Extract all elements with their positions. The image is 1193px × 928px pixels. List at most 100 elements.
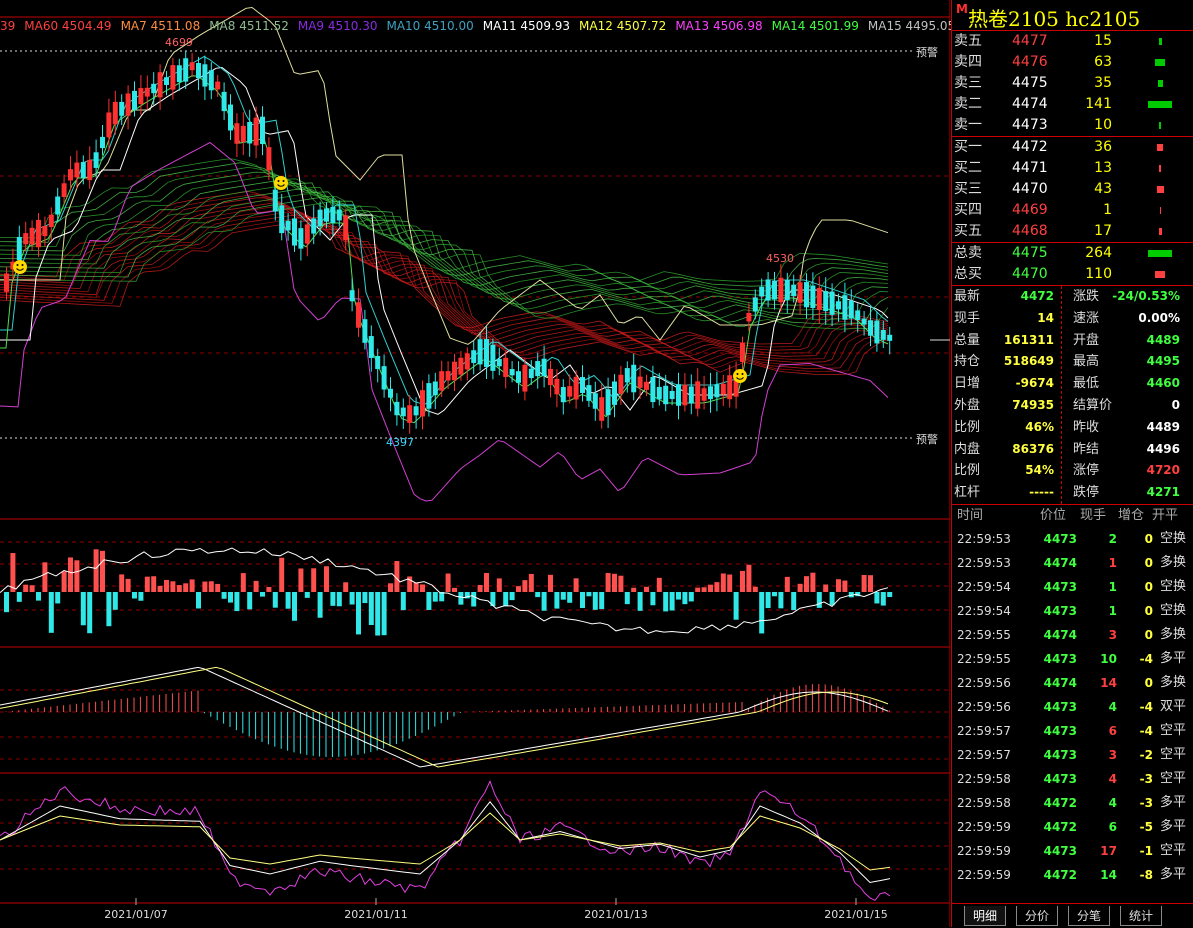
- tab-price-dist[interactable]: 分价: [1016, 906, 1059, 926]
- bid-row: 买二 4471 13: [952, 158, 1193, 179]
- oi-bar: [804, 576, 809, 592]
- tick-row[interactable]: 22:59:59 4472 6 -5 多平: [952, 815, 1193, 839]
- tick-row[interactable]: 22:59:54 4473 1 0 空换: [952, 575, 1193, 599]
- candle-body: [413, 406, 419, 416]
- tick-row[interactable]: 22:59:55 4474 3 0 多换: [952, 623, 1193, 647]
- tick-row[interactable]: 22:59:53 4473 2 0 空换: [952, 527, 1193, 551]
- oi-bar: [458, 592, 464, 605]
- level-label: 买一: [954, 139, 982, 155]
- tick-qty: 14: [1100, 867, 1117, 882]
- tick-row[interactable]: 22:59:57 4473 3 -2 空平: [952, 743, 1193, 767]
- oi-bar: [285, 592, 291, 609]
- candle-body: [592, 393, 598, 409]
- tick-oi-change: 0: [1144, 579, 1153, 594]
- level-label: 买三: [954, 181, 982, 197]
- candle-body: [100, 136, 105, 149]
- candle-body: [260, 116, 265, 145]
- ma-ribbon-line: [0, 197, 889, 351]
- tick-row[interactable]: 22:59:58 4472 4 -3 多平: [952, 791, 1193, 815]
- candle-body: [80, 162, 86, 178]
- tick-type: 多平: [1160, 866, 1187, 882]
- oi-bar: [413, 582, 419, 592]
- tick-row[interactable]: 22:59:58 4473 4 -3 空平: [952, 767, 1193, 791]
- candle-body: [535, 361, 541, 377]
- tick-time: 22:59:59: [957, 867, 1011, 882]
- oi-bar: [784, 576, 790, 592]
- level-label: 卖二: [954, 96, 982, 112]
- candle-body: [842, 295, 848, 320]
- chart-area[interactable]: 39 MA60 4504.49 MA7 4511.08 MA8 4511.52 MA9 …: [0, 0, 955, 927]
- candle-body: [400, 407, 406, 417]
- candle-body: [503, 357, 509, 377]
- candle-body: [624, 368, 630, 383]
- stat-value: 14: [1037, 310, 1054, 325]
- tick-row[interactable]: 22:59:56 4473 4 -4 双平: [952, 695, 1193, 719]
- stat-value: 4271: [1146, 485, 1180, 500]
- oi-bar: [567, 592, 573, 603]
- tick-oi-change: -4: [1139, 699, 1153, 714]
- tab-stats[interactable]: 统计: [1120, 906, 1163, 926]
- oi-bar: [733, 592, 739, 620]
- tick-row[interactable]: 22:59:53 4474 1 0 多换: [952, 551, 1193, 575]
- candle-body: [599, 397, 605, 421]
- oi-bar: [157, 585, 163, 592]
- oi-bar: [432, 592, 438, 602]
- tab-detail[interactable]: 明细: [964, 906, 1007, 926]
- oi-bar: [42, 562, 48, 592]
- tick-row[interactable]: 22:59:59 4473 17 -1 空平: [952, 839, 1193, 863]
- tick-type: 空换: [1160, 578, 1187, 594]
- smiley-icon-eye: [16, 264, 19, 266]
- tick-row[interactable]: 22:59:59 4472 14 -8 多平: [952, 863, 1193, 887]
- macd-dea-line: [0, 666, 889, 768]
- tick-type: 空平: [1160, 770, 1187, 786]
- oi-bar: [471, 592, 477, 607]
- date-label: 2021/01/07: [104, 908, 168, 921]
- mid-band: [0, 66, 889, 415]
- oi-bar: [16, 592, 22, 602]
- candle-body: [740, 342, 745, 363]
- tick-row[interactable]: 22:59:56 4474 14 0 多换: [952, 671, 1193, 695]
- tab-tick[interactable]: 分笔: [1068, 906, 1111, 926]
- candle-body: [228, 104, 233, 131]
- oi-bar: [829, 592, 835, 606]
- tick-row[interactable]: 22:59:54 4473 1 0 空换: [952, 599, 1193, 623]
- oi-bar: [682, 592, 688, 605]
- tick-row[interactable]: 22:59:55 4473 10 -4 多平: [952, 647, 1193, 671]
- candle-body: [132, 90, 137, 110]
- ma-legend-item: MA60 4504.49: [24, 19, 112, 33]
- candle-body: [253, 117, 259, 146]
- total-row: 总买 4470 110: [952, 264, 1193, 285]
- candle-body: [362, 319, 368, 343]
- candle-body: [528, 368, 534, 379]
- tick-price: 4473: [1043, 603, 1077, 618]
- oi-bar: [861, 574, 867, 592]
- candle-body: [490, 344, 496, 371]
- candle-body: [324, 208, 329, 222]
- oi-bar: [138, 592, 144, 601]
- oi-bar: [208, 581, 214, 592]
- candle-body: [484, 339, 489, 367]
- oi-bar: [29, 585, 35, 592]
- candle-body: [388, 388, 393, 398]
- smiley-icon-eye: [736, 373, 739, 375]
- kline-chart[interactable]: [0, 0, 950, 927]
- oi-bar: [714, 582, 720, 592]
- candle-body: [509, 369, 515, 376]
- level-volume: 15: [1094, 33, 1112, 49]
- tick-row[interactable]: 22:59:57 4473 6 -4 空平: [952, 719, 1193, 743]
- oi-bar: [266, 587, 272, 592]
- tick-time: 22:59:57: [957, 747, 1011, 762]
- candle-body: [375, 355, 381, 370]
- oi-bar: [880, 592, 886, 606]
- candle-body: [4, 273, 9, 292]
- candle-body: [816, 287, 822, 310]
- oi-bar: [388, 583, 393, 592]
- ma-ribbon-line: [0, 162, 889, 287]
- tick-list[interactable]: 22:59:53 4473 2 0 空换 22:59:53 4474 1 0 多换 22:59:54…: [952, 527, 1193, 887]
- smiley-icon-eye: [277, 180, 280, 182]
- tick-qty: 17: [1100, 843, 1117, 858]
- bid-row: 买四 4469 1: [952, 200, 1193, 221]
- oi-bar: [695, 587, 701, 592]
- candle-body: [727, 375, 733, 400]
- candle-body: [420, 390, 425, 417]
